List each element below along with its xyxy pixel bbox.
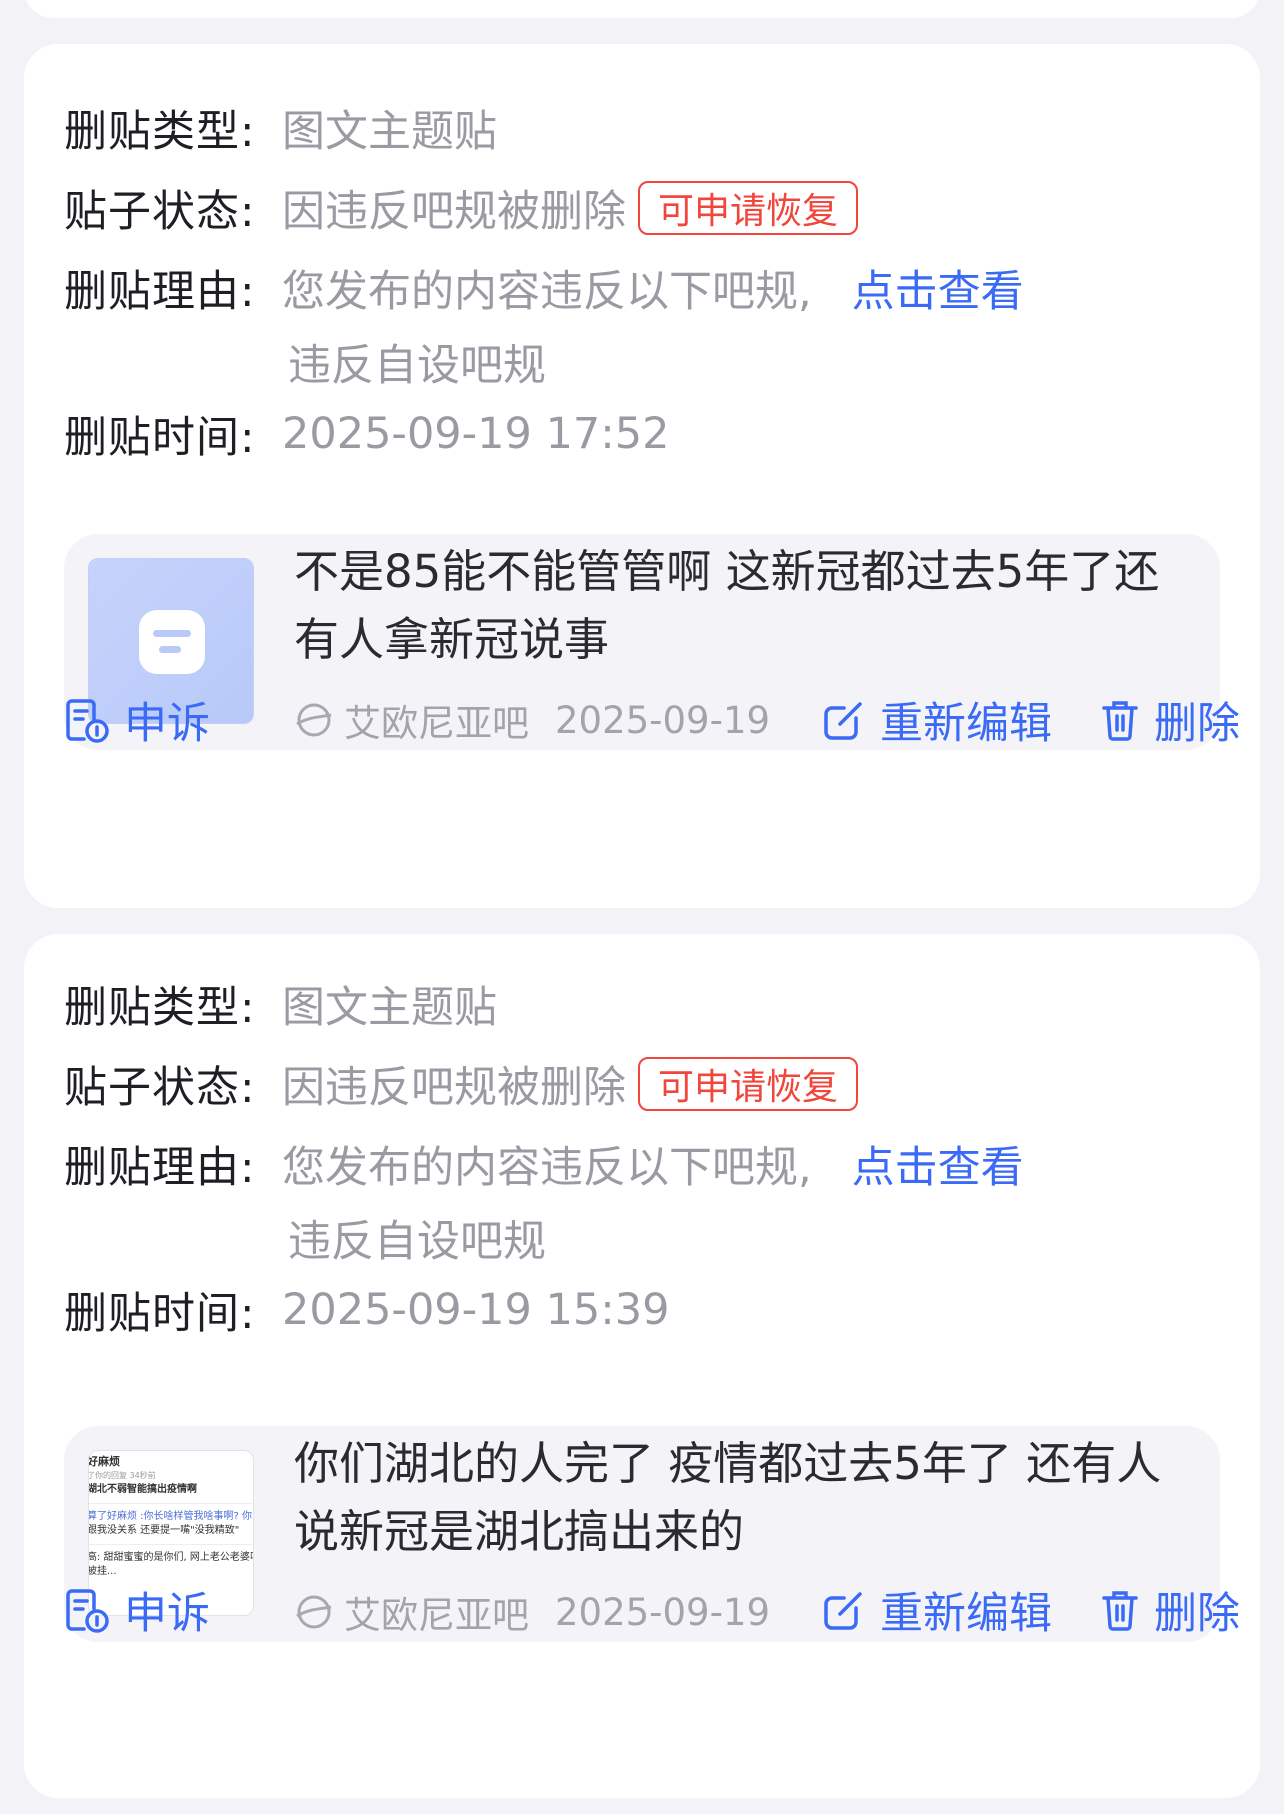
appeal-button[interactable]: 申诉 (64, 1580, 210, 1640)
delete-time-value: 2025-09-19 17:52 (282, 409, 670, 459)
delete-time-row: 删贴时间: 2025-09-19 15:39 (64, 1280, 669, 1340)
delete-reason-text: 您发布的内容违反以下吧规, (282, 267, 812, 317)
trash-icon (1102, 701, 1138, 741)
re-edit-button[interactable]: 重新编辑 (822, 1580, 1052, 1640)
view-rules-link[interactable]: 点击查看 (852, 257, 1024, 319)
delete-type-value: 图文主题贴 (282, 107, 497, 157)
thumb-text: 跟我没关系 还要提一嘴"没我精致" (88, 1525, 240, 1536)
appeal-label: 申诉 (124, 699, 210, 749)
delete-reason-row: 删贴理由: 您发布的内容违反以下吧规, 点击查看 (64, 258, 1024, 318)
re-edit-label: 重新编辑 (880, 699, 1052, 749)
delete-type-value: 图文主题贴 (282, 983, 497, 1033)
delete-type-label: 删贴类型: (64, 107, 256, 157)
delete-reason-label: 删贴理由: (64, 1143, 256, 1193)
appeal-label: 申诉 (124, 1589, 210, 1639)
delete-reason-detail: 违反自设吧规 (288, 1217, 546, 1267)
post-status-value: 因违反吧规被删除 (282, 187, 626, 237)
restore-available-badge: 可申请恢复 (638, 181, 859, 235)
delete-type-row: 删贴类型: 图文主题贴 (64, 98, 497, 158)
delete-type-label: 删贴类型: (64, 983, 256, 1033)
card-actions: 申诉 重新编辑 删除 (64, 690, 1240, 750)
post-status-row: 贴子状态: 因违反吧规被删除 可申请恢复 (64, 1054, 859, 1114)
edit-icon (824, 702, 862, 740)
thumb-text: 高: 甜甜蜜蜜的是你们, 网上老公老婆叫 (88, 1552, 253, 1563)
delete-time-value: 2025-09-19 15:39 (282, 1285, 670, 1335)
deleted-post-card: 删贴类型: 图文主题贴 贴子状态: 因违反吧规被删除 可申请恢复 删贴理由: 您… (24, 934, 1260, 1798)
view-rules-link[interactable]: 点击查看 (852, 1133, 1024, 1195)
restore-available-badge: 可申请恢复 (638, 1057, 859, 1111)
delete-label: 删除 (1154, 1589, 1240, 1639)
thumb-text: 湖北不弱智能搞出疫情啊 (88, 1484, 197, 1495)
thumb-text: 被挂... (88, 1566, 117, 1577)
trash-icon (1102, 1591, 1138, 1631)
delete-time-label: 删贴时间: (64, 413, 256, 463)
delete-reason-detail: 违反自设吧规 (288, 341, 546, 391)
delete-reason-text: 您发布的内容违反以下吧规, (282, 1143, 812, 1193)
previous-card-bottom (24, 0, 1260, 18)
appeal-document-icon (66, 699, 109, 743)
thumb-text: 了你的回复 34秒前 (88, 1471, 156, 1480)
delete-button[interactable]: 删除 (1100, 690, 1240, 750)
appeal-document-icon (66, 1589, 109, 1633)
post-title: 不是85能不能管管啊 这新冠都过去5年了还有人拿新冠说事 (294, 545, 1160, 666)
appeal-button[interactable]: 申诉 (64, 690, 210, 750)
thumb-text: 好麻烦 (88, 1455, 120, 1468)
tieba-logo-icon (139, 610, 205, 674)
delete-time-label: 删贴时间: (64, 1289, 256, 1339)
delete-button[interactable]: 删除 (1100, 1580, 1240, 1640)
deleted-post-card: 删贴类型: 图文主题贴 贴子状态: 因违反吧规被删除 可申请恢复 删贴理由: 您… (24, 44, 1260, 908)
edit-icon (824, 1592, 862, 1630)
re-edit-label: 重新编辑 (880, 1589, 1052, 1639)
card-actions: 申诉 重新编辑 删除 (64, 1580, 1240, 1640)
delete-type-row: 删贴类型: 图文主题贴 (64, 974, 497, 1034)
post-status-row: 贴子状态: 因违反吧规被删除 可申请恢复 (64, 178, 859, 238)
delete-time-row: 删贴时间: 2025-09-19 17:52 (64, 404, 669, 464)
thumb-text: 算了好麻烦 :你长啥样管我啥事啊? 你 (88, 1511, 253, 1522)
post-title: 你们湖北的人完了 疫情都过去5年了 还有人说新冠是湖北搞出来的 (294, 1437, 1162, 1558)
delete-reason-label: 删贴理由: (64, 267, 256, 317)
re-edit-button[interactable]: 重新编辑 (822, 690, 1052, 750)
post-status-label: 贴子状态: (64, 187, 256, 237)
delete-reason-row: 删贴理由: 您发布的内容违反以下吧规, 点击查看 (64, 1134, 1024, 1194)
post-status-label: 贴子状态: (64, 1063, 256, 1113)
delete-label: 删除 (1154, 699, 1240, 749)
post-status-value: 因违反吧规被删除 (282, 1063, 626, 1113)
